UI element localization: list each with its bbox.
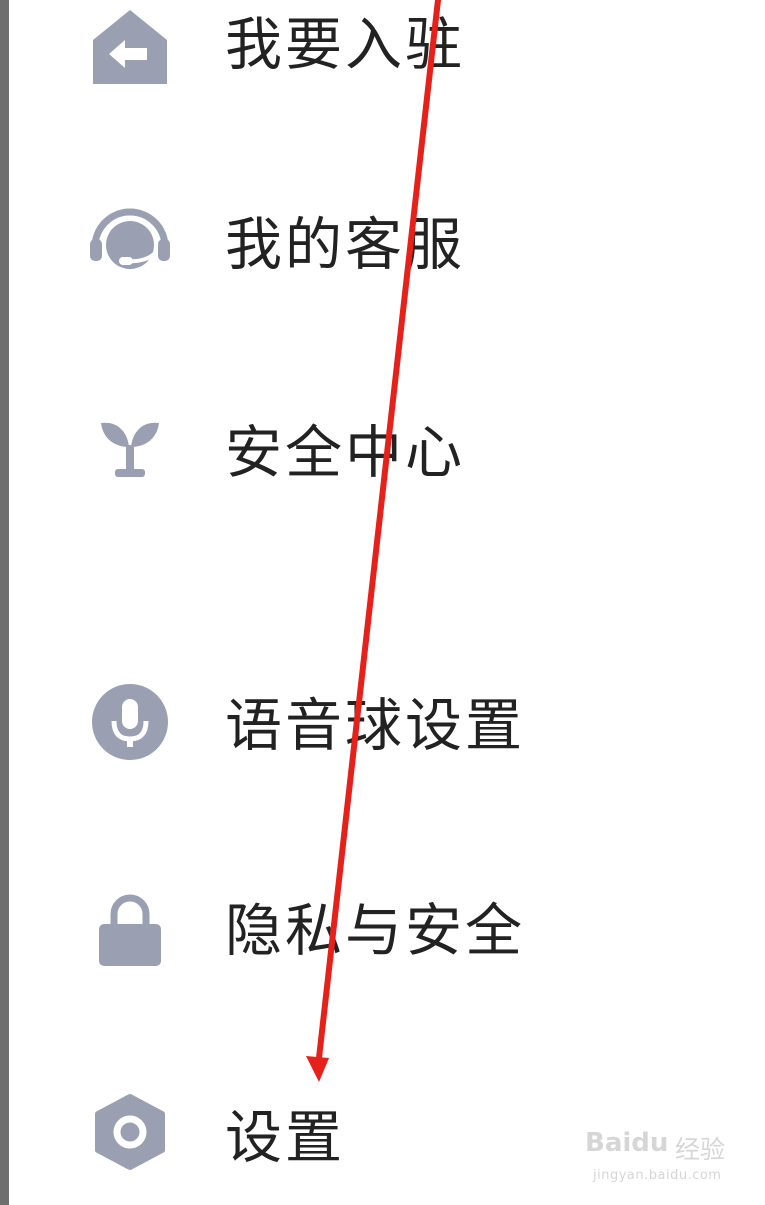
menu-item-join[interactable]: 我要入驻 <box>80 0 680 107</box>
menu-label-voice-ball-settings: 语音球设置 <box>225 693 525 759</box>
menu-item-privacy-security[interactable]: 隐私与安全 <box>80 870 680 990</box>
watermark-brand-text: Bai <box>585 1128 632 1158</box>
menu-label-join: 我要入驻 <box>225 12 465 78</box>
lock-icon <box>85 884 175 974</box>
menu-label-settings: 设置 <box>225 1105 345 1171</box>
left-edge-divider <box>0 0 9 1205</box>
watermark-brand: Baidu <box>585 1128 668 1158</box>
watermark-brand-suffix: du <box>631 1128 669 1158</box>
menu-label-customer-service: 我的客服 <box>225 212 465 278</box>
microphone-icon <box>85 677 175 767</box>
red-arrow-icon <box>306 0 441 1082</box>
menu-label-privacy-security: 隐私与安全 <box>225 898 525 964</box>
watermark-url: jingyan.baidu.com <box>593 1168 722 1183</box>
customer-service-headset-icon <box>85 199 175 289</box>
baidu-jingyan-watermark: Baidu 经验 jingyan.baidu.com <box>585 1128 735 1188</box>
menu-item-voice-ball-settings[interactable]: 语音球设置 <box>80 665 680 785</box>
menu-item-security-center[interactable]: 安全中心 <box>80 395 680 515</box>
store-entry-icon <box>85 2 175 92</box>
sprout-icon <box>85 407 175 497</box>
watermark-cn-text: 经验 <box>675 1135 726 1164</box>
menu-item-customer-service[interactable]: 我的客服 <box>80 185 680 305</box>
menu-label-security-center: 安全中心 <box>225 420 465 486</box>
settings-hexagon-icon <box>85 1087 175 1177</box>
